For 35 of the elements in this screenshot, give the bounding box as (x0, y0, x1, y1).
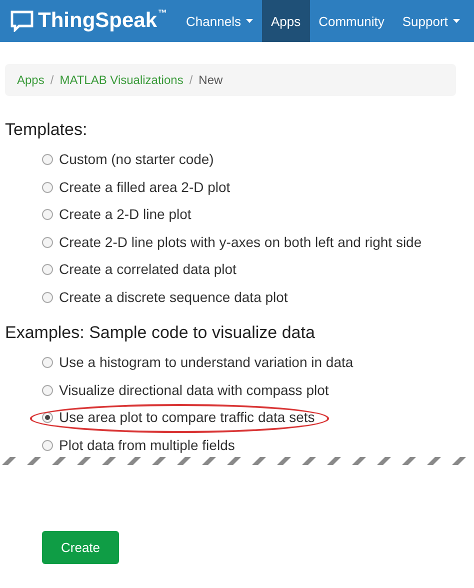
radio-button[interactable] (42, 292, 53, 303)
radio-button[interactable] (42, 357, 53, 368)
radio-button[interactable] (42, 182, 53, 193)
option-label: Create a correlated data plot (59, 260, 236, 280)
breadcrumb-link[interactable]: MATLAB Visualizations (60, 71, 184, 89)
option-label: Create a filled area 2-D plot (59, 178, 230, 197)
radio-button[interactable] (42, 236, 53, 248)
radio-button[interactable] (42, 264, 53, 276)
option-label: Plot data from multiple fields (59, 436, 235, 455)
radio-button[interactable] (42, 154, 53, 166)
option-label: Create a discrete sequence data plot (59, 288, 288, 307)
radio-button[interactable] (42, 384, 53, 396)
section-heading: Templates: (5, 120, 88, 140)
breadcrumb-separator: / (50, 72, 54, 89)
radio-button[interactable] (42, 440, 53, 451)
section-heading: Examples: Sample code to visualize data (5, 323, 316, 343)
breadcrumb-current: New (198, 72, 223, 89)
create-button[interactable]: Create (42, 531, 120, 564)
nav-item[interactable]: Community (310, 0, 394, 42)
nav-item[interactable]: Support (393, 0, 469, 42)
option-label: Custom (no starter code) (59, 150, 214, 170)
radio-button[interactable] (42, 412, 53, 424)
nav-item[interactable]: Apps (262, 0, 310, 42)
breadcrumb-link[interactable]: Apps (17, 71, 44, 89)
option-label: Create 2-D line plots with y-axes on both left and right side (59, 232, 422, 252)
chat-bubble-icon (10, 10, 34, 32)
radio-button[interactable] (42, 209, 53, 220)
nav-item[interactable]: Channels (177, 0, 262, 42)
trademark-mark: ™ (158, 9, 168, 18)
option-label: Create a 2-D line plot (59, 205, 192, 224)
option-label: Use a histogram to understand variation in data (59, 353, 354, 372)
option-label: Visualize directional data with compass plot (59, 380, 329, 400)
breadcrumb-separator: / (189, 72, 193, 89)
brand-name[interactable]: ThingSpeak (38, 9, 158, 33)
option-label: Use area plot to compare traffic data sets (59, 408, 315, 428)
